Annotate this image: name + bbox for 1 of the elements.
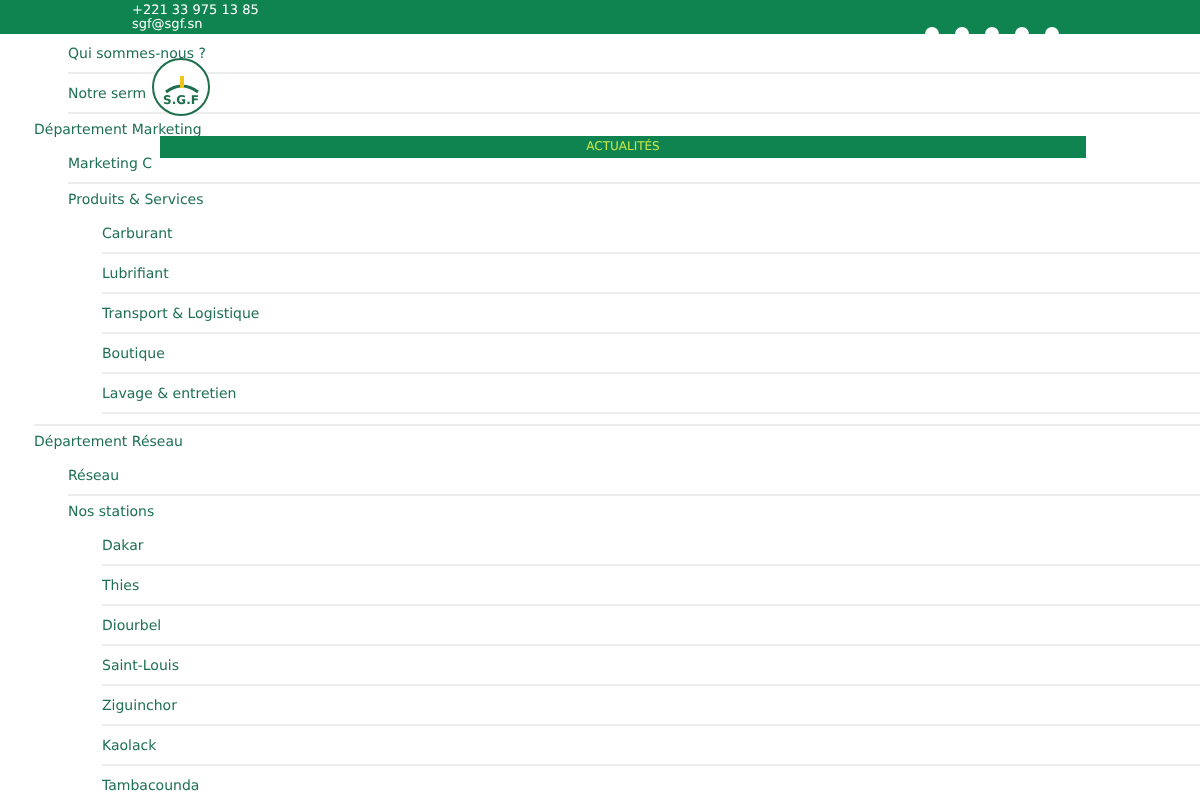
leaf-icon bbox=[163, 76, 199, 96]
